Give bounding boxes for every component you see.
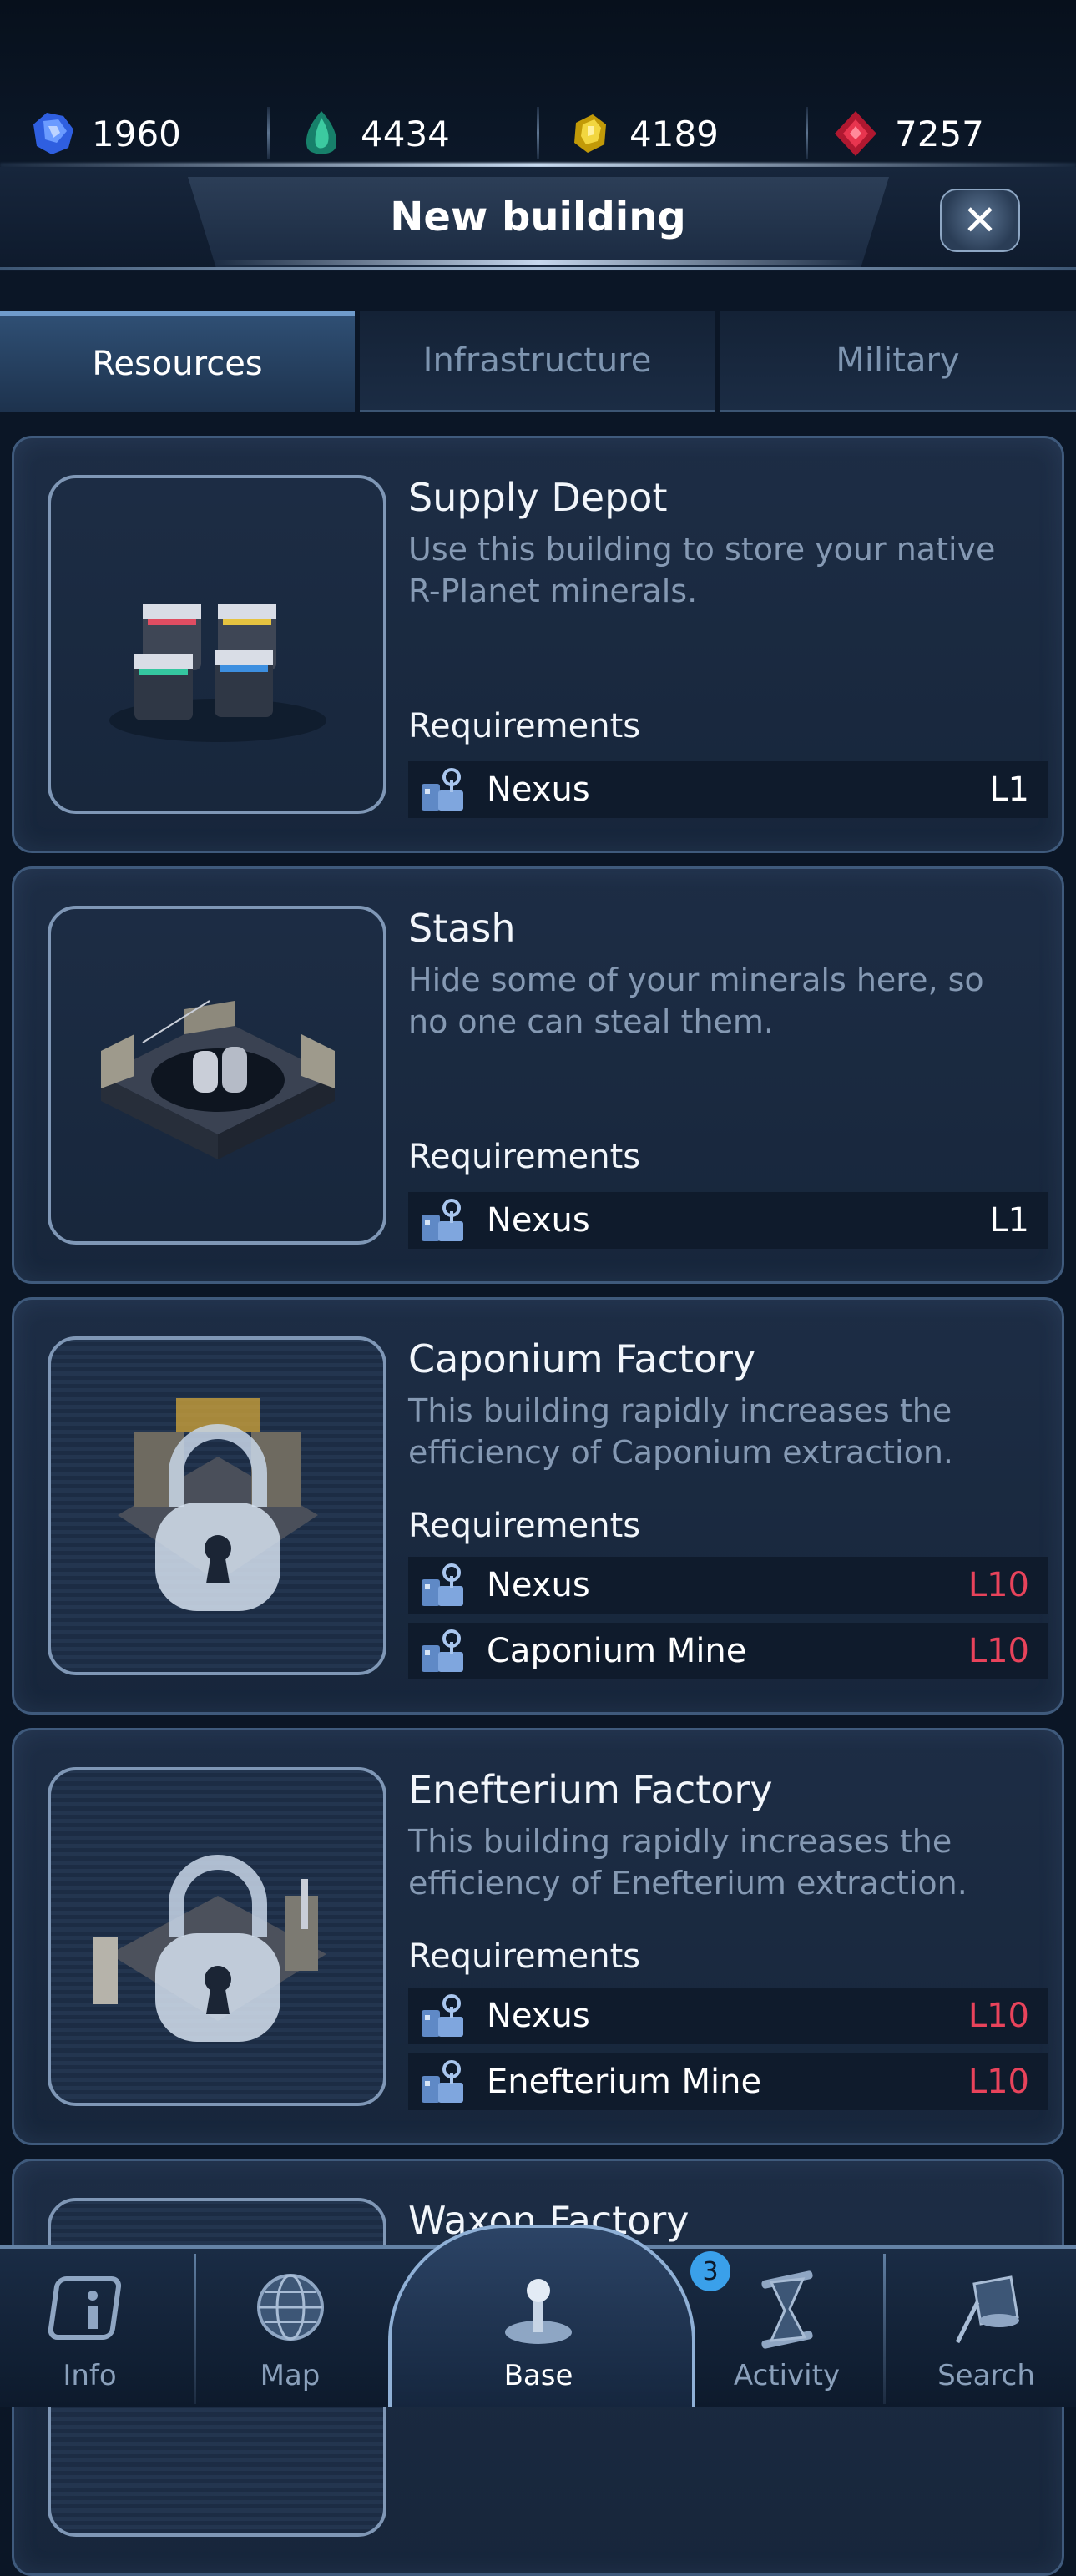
building-card-supply-depot[interactable]: Supply Depot Use this building to store … bbox=[12, 436, 1064, 853]
divider bbox=[537, 107, 539, 159]
resource-value: 7257 bbox=[895, 113, 984, 154]
building-name: Enefterium Factory bbox=[408, 1767, 773, 1812]
divider bbox=[806, 107, 808, 159]
requirement-row: Nexus L1 bbox=[408, 1192, 1048, 1249]
tab-label: Infrastructure bbox=[422, 341, 652, 380]
divider bbox=[883, 2254, 886, 2404]
nav-label: Info bbox=[63, 2359, 117, 2392]
resource-yellow[interactable]: 4189 bbox=[564, 104, 719, 163]
nav-search[interactable]: Search bbox=[897, 2245, 1076, 2404]
caponium-factory-image bbox=[118, 1398, 318, 1611]
joystick-icon bbox=[505, 2279, 572, 2344]
requirement-row: Nexus L10 bbox=[408, 1988, 1048, 2044]
resource-green[interactable]: 4434 bbox=[296, 104, 450, 163]
red-crystal-icon bbox=[835, 111, 876, 156]
building-thumbnail bbox=[48, 1767, 386, 2106]
requirement-row: Enefterium Mine L10 bbox=[408, 2053, 1048, 2110]
blue-crystal-icon bbox=[33, 113, 73, 154]
tab-infrastructure[interactable]: Infrastructure bbox=[360, 311, 715, 412]
requirements-heading: Requirements bbox=[408, 1507, 641, 1545]
requirements-heading: Requirements bbox=[408, 1937, 641, 1976]
requirement-level: L10 bbox=[967, 1997, 1029, 2035]
requirements-heading: Requirements bbox=[408, 707, 641, 745]
requirement-row: Nexus L10 bbox=[408, 1557, 1048, 1614]
stash-image bbox=[101, 1000, 335, 1159]
nav-info[interactable]: Info bbox=[0, 2245, 179, 2404]
building-description: Hide some of your minerals here, so no o… bbox=[408, 962, 984, 1040]
building-name: Stash bbox=[408, 906, 516, 951]
requirement-name: Nexus bbox=[487, 1997, 590, 2035]
requirement-name: Caponium Mine bbox=[487, 1632, 747, 1670]
nav-label: Map bbox=[260, 2359, 321, 2392]
nexus-building-icon bbox=[422, 768, 463, 811]
building-description: This building rapidly increases the effi… bbox=[408, 1823, 967, 1902]
tab-label: Resources bbox=[92, 345, 263, 383]
nexus-building-icon bbox=[422, 1994, 463, 2037]
nav-map[interactable]: Map bbox=[200, 2245, 380, 2404]
header: New building ✕ bbox=[0, 167, 1076, 271]
close-button[interactable]: ✕ bbox=[940, 189, 1020, 252]
resource-value: 4189 bbox=[629, 113, 719, 154]
requirement-level: L10 bbox=[967, 1566, 1029, 1604]
close-icon: ✕ bbox=[962, 196, 998, 245]
requirement-level: L1 bbox=[989, 1201, 1029, 1240]
requirement-level: L10 bbox=[967, 2063, 1029, 2101]
nexus-building-icon bbox=[422, 1563, 463, 1606]
resource-red[interactable]: 7257 bbox=[830, 104, 984, 163]
nav-label: Base bbox=[503, 2359, 573, 2392]
building-description: Use this building to store your native R… bbox=[408, 531, 996, 609]
category-tabs: Resources Infrastructure Military bbox=[0, 311, 1076, 412]
building-name: Caponium Factory bbox=[408, 1336, 756, 1381]
building-thumbnail bbox=[48, 1336, 386, 1675]
divider bbox=[267, 107, 270, 159]
nexus-building-icon bbox=[422, 1199, 463, 1241]
building-card-enefterium-factory[interactable]: Enefterium Factory This building rapidly… bbox=[12, 1728, 1064, 2145]
tab-resources[interactable]: Resources bbox=[0, 311, 355, 412]
activity-badge: 3 bbox=[690, 2251, 730, 2291]
building-description: This building rapidly increases the effi… bbox=[408, 1392, 953, 1471]
requirement-level: L10 bbox=[967, 1632, 1029, 1670]
tab-military[interactable]: Military bbox=[720, 311, 1076, 412]
requirement-name: Nexus bbox=[487, 1566, 590, 1604]
nav-label: Activity bbox=[733, 2359, 841, 2392]
green-crystal-icon bbox=[306, 111, 337, 154]
page-title: New building bbox=[390, 194, 686, 240]
divider bbox=[213, 260, 864, 265]
yellow-crystal-icon bbox=[574, 114, 606, 153]
requirement-row: Nexus L1 bbox=[408, 761, 1048, 818]
hourglass-icon bbox=[760, 2270, 813, 2349]
requirements-heading: Requirements bbox=[408, 1138, 641, 1176]
mine-building-icon bbox=[422, 1629, 463, 1672]
resource-value: 1960 bbox=[92, 113, 181, 154]
telescope-icon bbox=[955, 2275, 1019, 2344]
lock-icon bbox=[155, 1855, 280, 2042]
tab-label: Military bbox=[836, 341, 960, 380]
resource-bar: 1960 4434 4189 7257 bbox=[0, 0, 1076, 168]
requirement-row: Caponium Mine L10 bbox=[408, 1623, 1048, 1679]
resource-value: 4434 bbox=[361, 113, 450, 154]
nav-label: Search bbox=[937, 2359, 1035, 2392]
divider bbox=[194, 2254, 196, 2404]
enefterium-factory-image bbox=[93, 1855, 326, 2042]
building-card-stash[interactable]: Stash Hide some of your minerals here, s… bbox=[12, 866, 1064, 1284]
info-icon bbox=[48, 2276, 121, 2340]
building-thumbnail bbox=[48, 906, 386, 1245]
resource-blue[interactable]: 1960 bbox=[27, 104, 181, 163]
requirement-level: L1 bbox=[989, 770, 1029, 809]
globe-icon bbox=[256, 2274, 324, 2341]
requirement-name: Nexus bbox=[487, 1201, 590, 1240]
building-thumbnail bbox=[48, 475, 386, 814]
divider bbox=[0, 267, 1076, 270]
mine-building-icon bbox=[422, 2060, 463, 2103]
supply-depot-image bbox=[109, 604, 326, 742]
nav-base[interactable]: Base bbox=[451, 2245, 626, 2404]
requirement-name: Nexus bbox=[487, 770, 590, 809]
building-name: Supply Depot bbox=[408, 475, 668, 520]
building-card-caponium-factory[interactable]: Caponium Factory This building rapidly i… bbox=[12, 1297, 1064, 1715]
requirement-name: Enefterium Mine bbox=[487, 2063, 762, 2101]
